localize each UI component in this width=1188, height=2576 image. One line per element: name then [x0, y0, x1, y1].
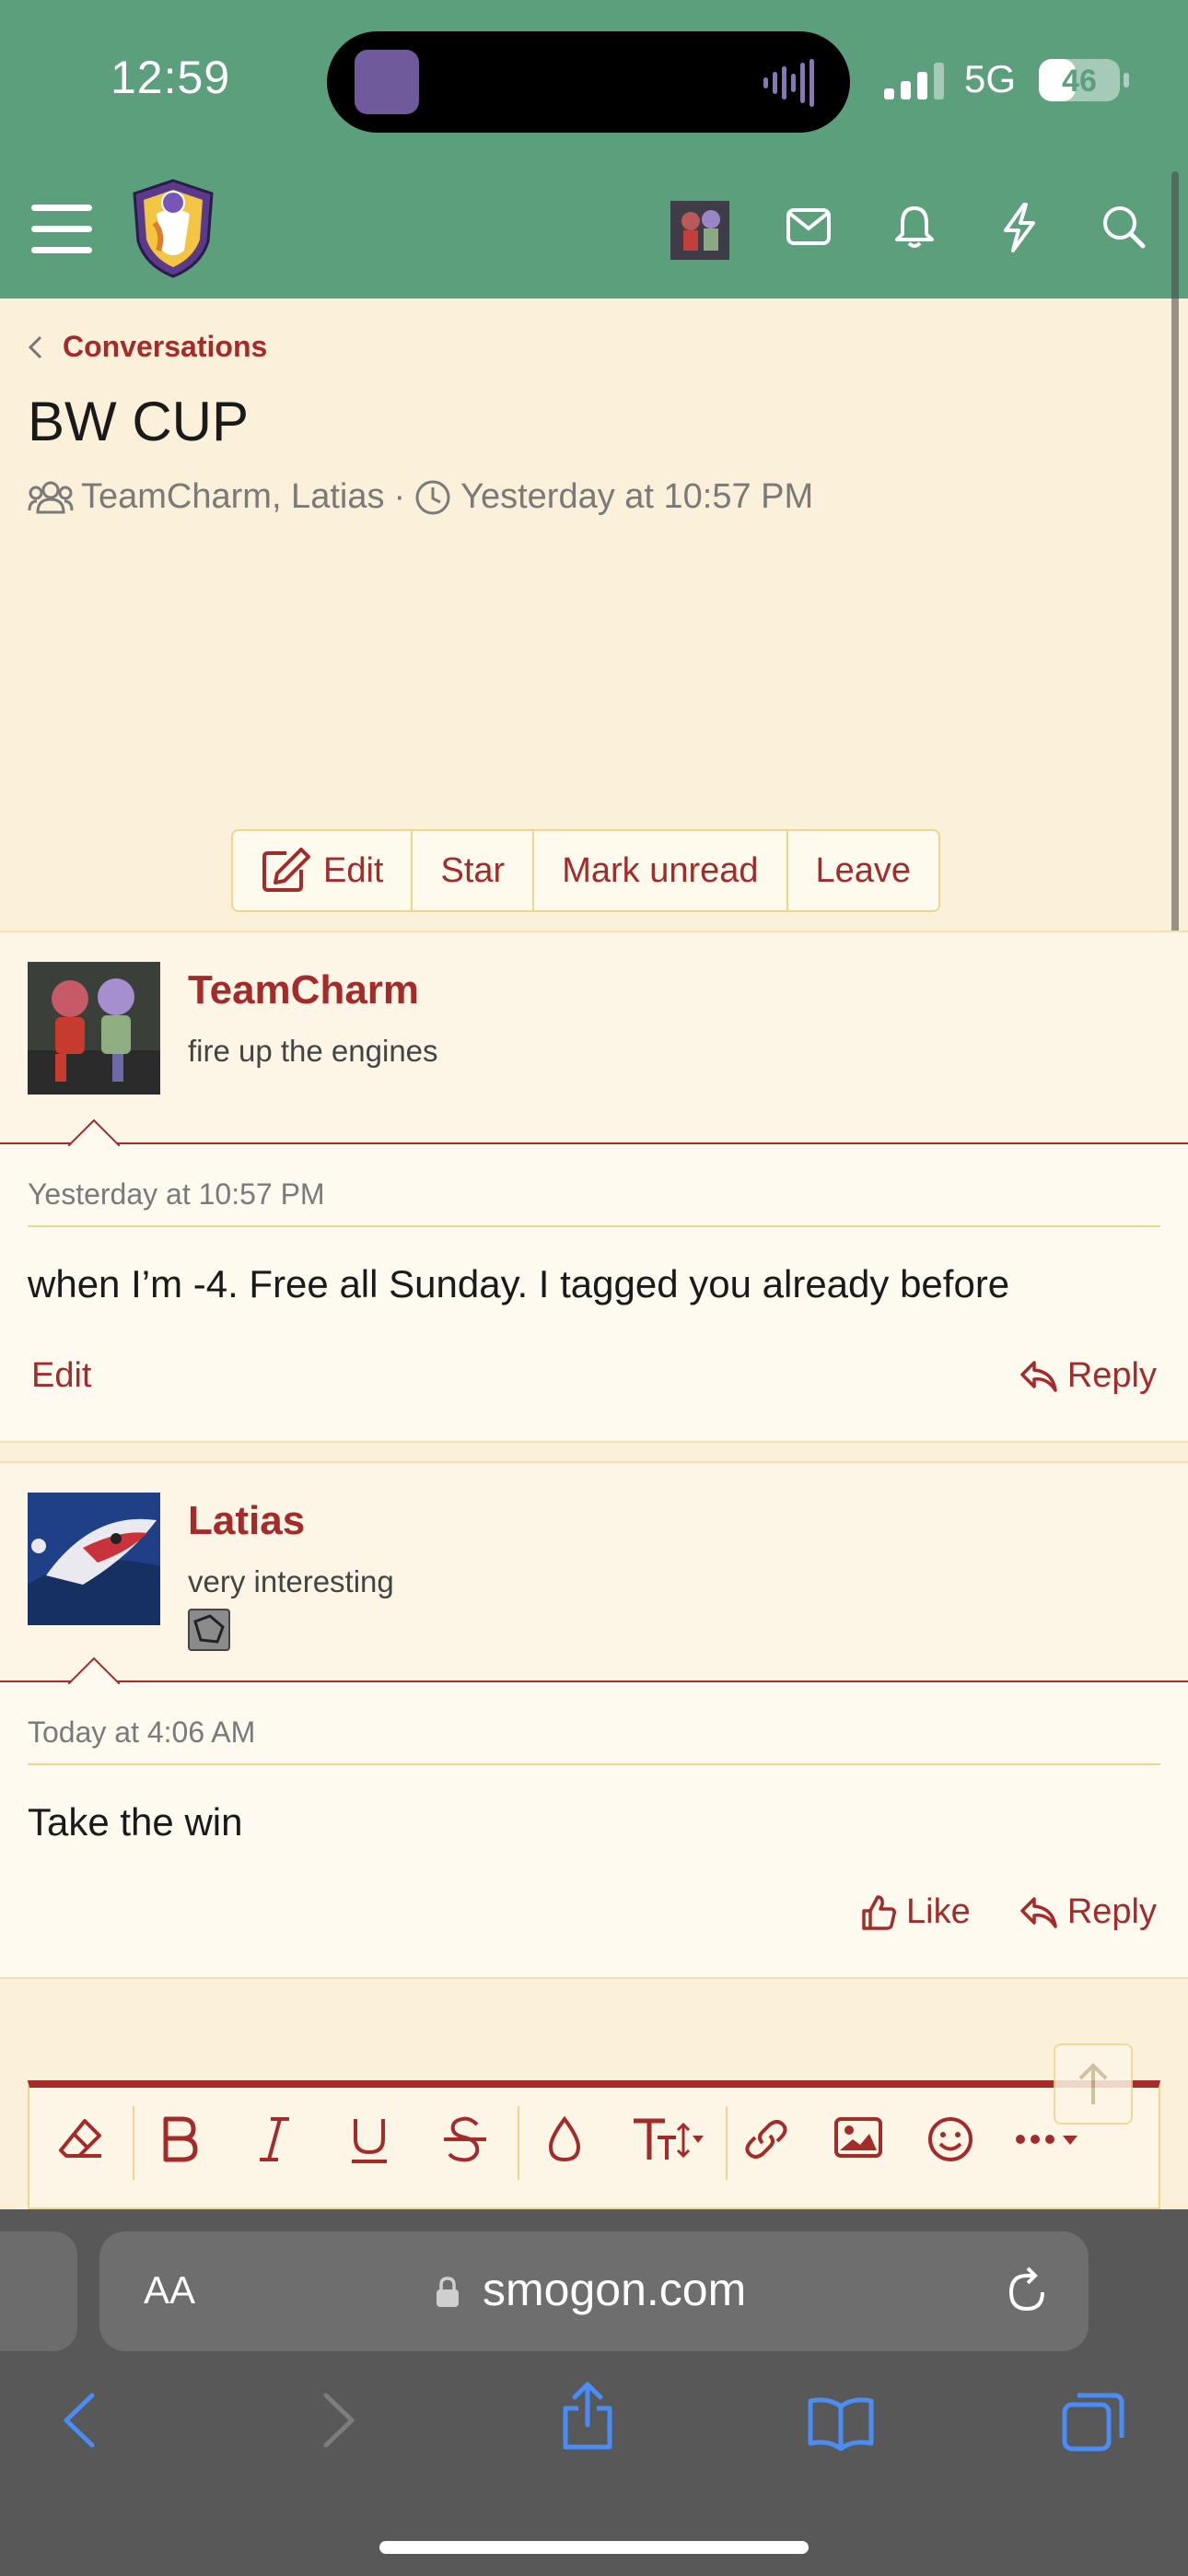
site-navbar: [0, 162, 1188, 299]
reader-settings-label: AA: [144, 2268, 196, 2312]
message-username[interactable]: Latias: [188, 1498, 305, 1544]
link-icon[interactable]: [742, 2115, 790, 2163]
battery-cap: [1124, 73, 1129, 88]
message-pointer: [68, 1118, 120, 1146]
edit-message-label: Edit: [31, 1356, 92, 1395]
back-icon[interactable]: [61, 2392, 98, 2449]
toolbar-divider: [133, 2106, 134, 2180]
message-user-title: fire up the engines: [188, 1034, 438, 1068]
reply-icon: [1020, 1360, 1057, 1392]
message-body: Take the win: [28, 1800, 243, 1844]
reply-icon: [1020, 1896, 1057, 1928]
participants-list[interactable]: TeamCharm, Latias: [81, 477, 384, 517]
avatar[interactable]: [28, 962, 160, 1095]
url-text: smogon.com: [483, 2264, 747, 2315]
status-time: 12:59: [111, 52, 231, 103]
message-divider: [28, 1225, 1160, 1227]
like-button[interactable]: Like: [860, 1892, 971, 1932]
lightning-icon[interactable]: [1002, 203, 1037, 252]
message-latias: Latias very interesting Today at 4:06 AM…: [0, 1461, 1188, 1979]
users-icon: [28, 481, 74, 513]
bookmarks-icon[interactable]: [807, 2395, 875, 2451]
tabs-icon[interactable]: [1061, 2390, 1125, 2453]
edit-icon: [262, 848, 310, 892]
breadcrumb-conversations-link[interactable]: Conversations: [63, 330, 267, 364]
smogon-logo-icon[interactable]: [127, 177, 219, 280]
address-bar[interactable]: AA smogon.com: [99, 2231, 1089, 2351]
message-teamcharm: TeamCharm fire up the engines Yesterday …: [0, 931, 1188, 1443]
breadcrumb[interactable]: Conversations: [28, 330, 267, 364]
avatar[interactable]: [28, 1493, 160, 1625]
message-user-block: [0, 1463, 1188, 1682]
menu-icon[interactable]: [31, 203, 92, 256]
reply-label: Reply: [1066, 1892, 1157, 1931]
forward-icon[interactable]: [320, 2392, 357, 2449]
emoji-icon[interactable]: [926, 2115, 974, 2163]
message-date[interactable]: Yesterday at 10:57 PM: [28, 1177, 325, 1212]
previous-tab-preview[interactable]: [0, 2231, 77, 2351]
edit-label: Edit: [323, 850, 384, 890]
star-button[interactable]: Star: [413, 831, 535, 910]
battery-icon: 46: [1039, 59, 1120, 101]
underline-icon[interactable]: [348, 2115, 390, 2165]
share-icon[interactable]: [560, 2381, 615, 2451]
network-type: 5G: [964, 57, 1017, 100]
reply-button[interactable]: Reply: [1019, 1356, 1157, 1396]
search-icon[interactable]: [1101, 205, 1146, 249]
message-pointer: [68, 1657, 120, 1684]
meta-separator: ·: [393, 477, 406, 516]
toolbar-divider: [518, 2106, 519, 2180]
message-user-title: very interesting: [188, 1564, 394, 1598]
mark-unread-button[interactable]: Mark unread: [534, 831, 788, 910]
status-bar: 12:59 5G 46: [0, 0, 1188, 162]
message-divider: [28, 1763, 1160, 1765]
conversation-start-date[interactable]: Yesterday at 10:57 PM: [460, 477, 813, 517]
reader-settings-button[interactable]: AA: [144, 2268, 195, 2313]
thumbs-up-icon: [862, 1894, 896, 1930]
reply-button[interactable]: Reply: [1019, 1892, 1157, 1932]
battery-level: 46: [1062, 64, 1097, 99]
now-playing-art: [355, 50, 419, 114]
leave-button[interactable]: Leave: [788, 831, 939, 910]
message-username[interactable]: TeamCharm: [188, 967, 419, 1013]
bold-icon[interactable]: [158, 2115, 201, 2163]
image-icon[interactable]: [834, 2115, 882, 2160]
chevron-left-icon: [28, 335, 42, 358]
like-label: Like: [906, 1892, 971, 1931]
audio-wave-icon: [763, 59, 814, 107]
strikethrough-icon[interactable]: [442, 2115, 488, 2163]
message-body: when I’m -4. Free all Sunday. I tagged y…: [28, 1262, 1010, 1306]
home-indicator: [379, 2541, 809, 2554]
edit-conversation-button[interactable]: Edit: [233, 831, 413, 910]
lock-icon: [437, 2277, 459, 2307]
clock-icon: [415, 480, 450, 514]
message-user-block: [0, 932, 1188, 1144]
toolbar-divider: [726, 2106, 728, 2180]
reply-label: Reply: [1066, 1356, 1157, 1395]
text-color-icon[interactable]: [547, 2115, 582, 2163]
message-date[interactable]: Today at 4:06 AM: [28, 1715, 255, 1750]
eraser-icon[interactable]: [57, 2115, 105, 2163]
edit-message-link[interactable]: Edit: [31, 1356, 91, 1396]
cellular-signal-icon: [884, 63, 944, 100]
mail-icon[interactable]: [786, 208, 831, 245]
reload-icon[interactable]: [1002, 2266, 1052, 2316]
bell-icon[interactable]: [893, 205, 936, 249]
font-size-icon[interactable]: [630, 2115, 704, 2163]
account-avatar[interactable]: [670, 201, 729, 260]
arrow-up-icon: [1078, 2063, 1108, 2104]
conversation-actions: Edit Star Mark unread Leave: [231, 829, 941, 912]
user-badge-icon: [188, 1609, 230, 1651]
reply-editor-toolbar: [28, 2080, 1160, 2209]
page-title: BW CUP: [28, 391, 249, 452]
dynamic-island: [327, 31, 850, 133]
italic-icon[interactable]: [256, 2115, 293, 2163]
conversation-meta: TeamCharm, Latias · Yesterday at 10:57 P…: [28, 477, 813, 517]
scroll-to-top-button[interactable]: [1054, 2043, 1133, 2125]
